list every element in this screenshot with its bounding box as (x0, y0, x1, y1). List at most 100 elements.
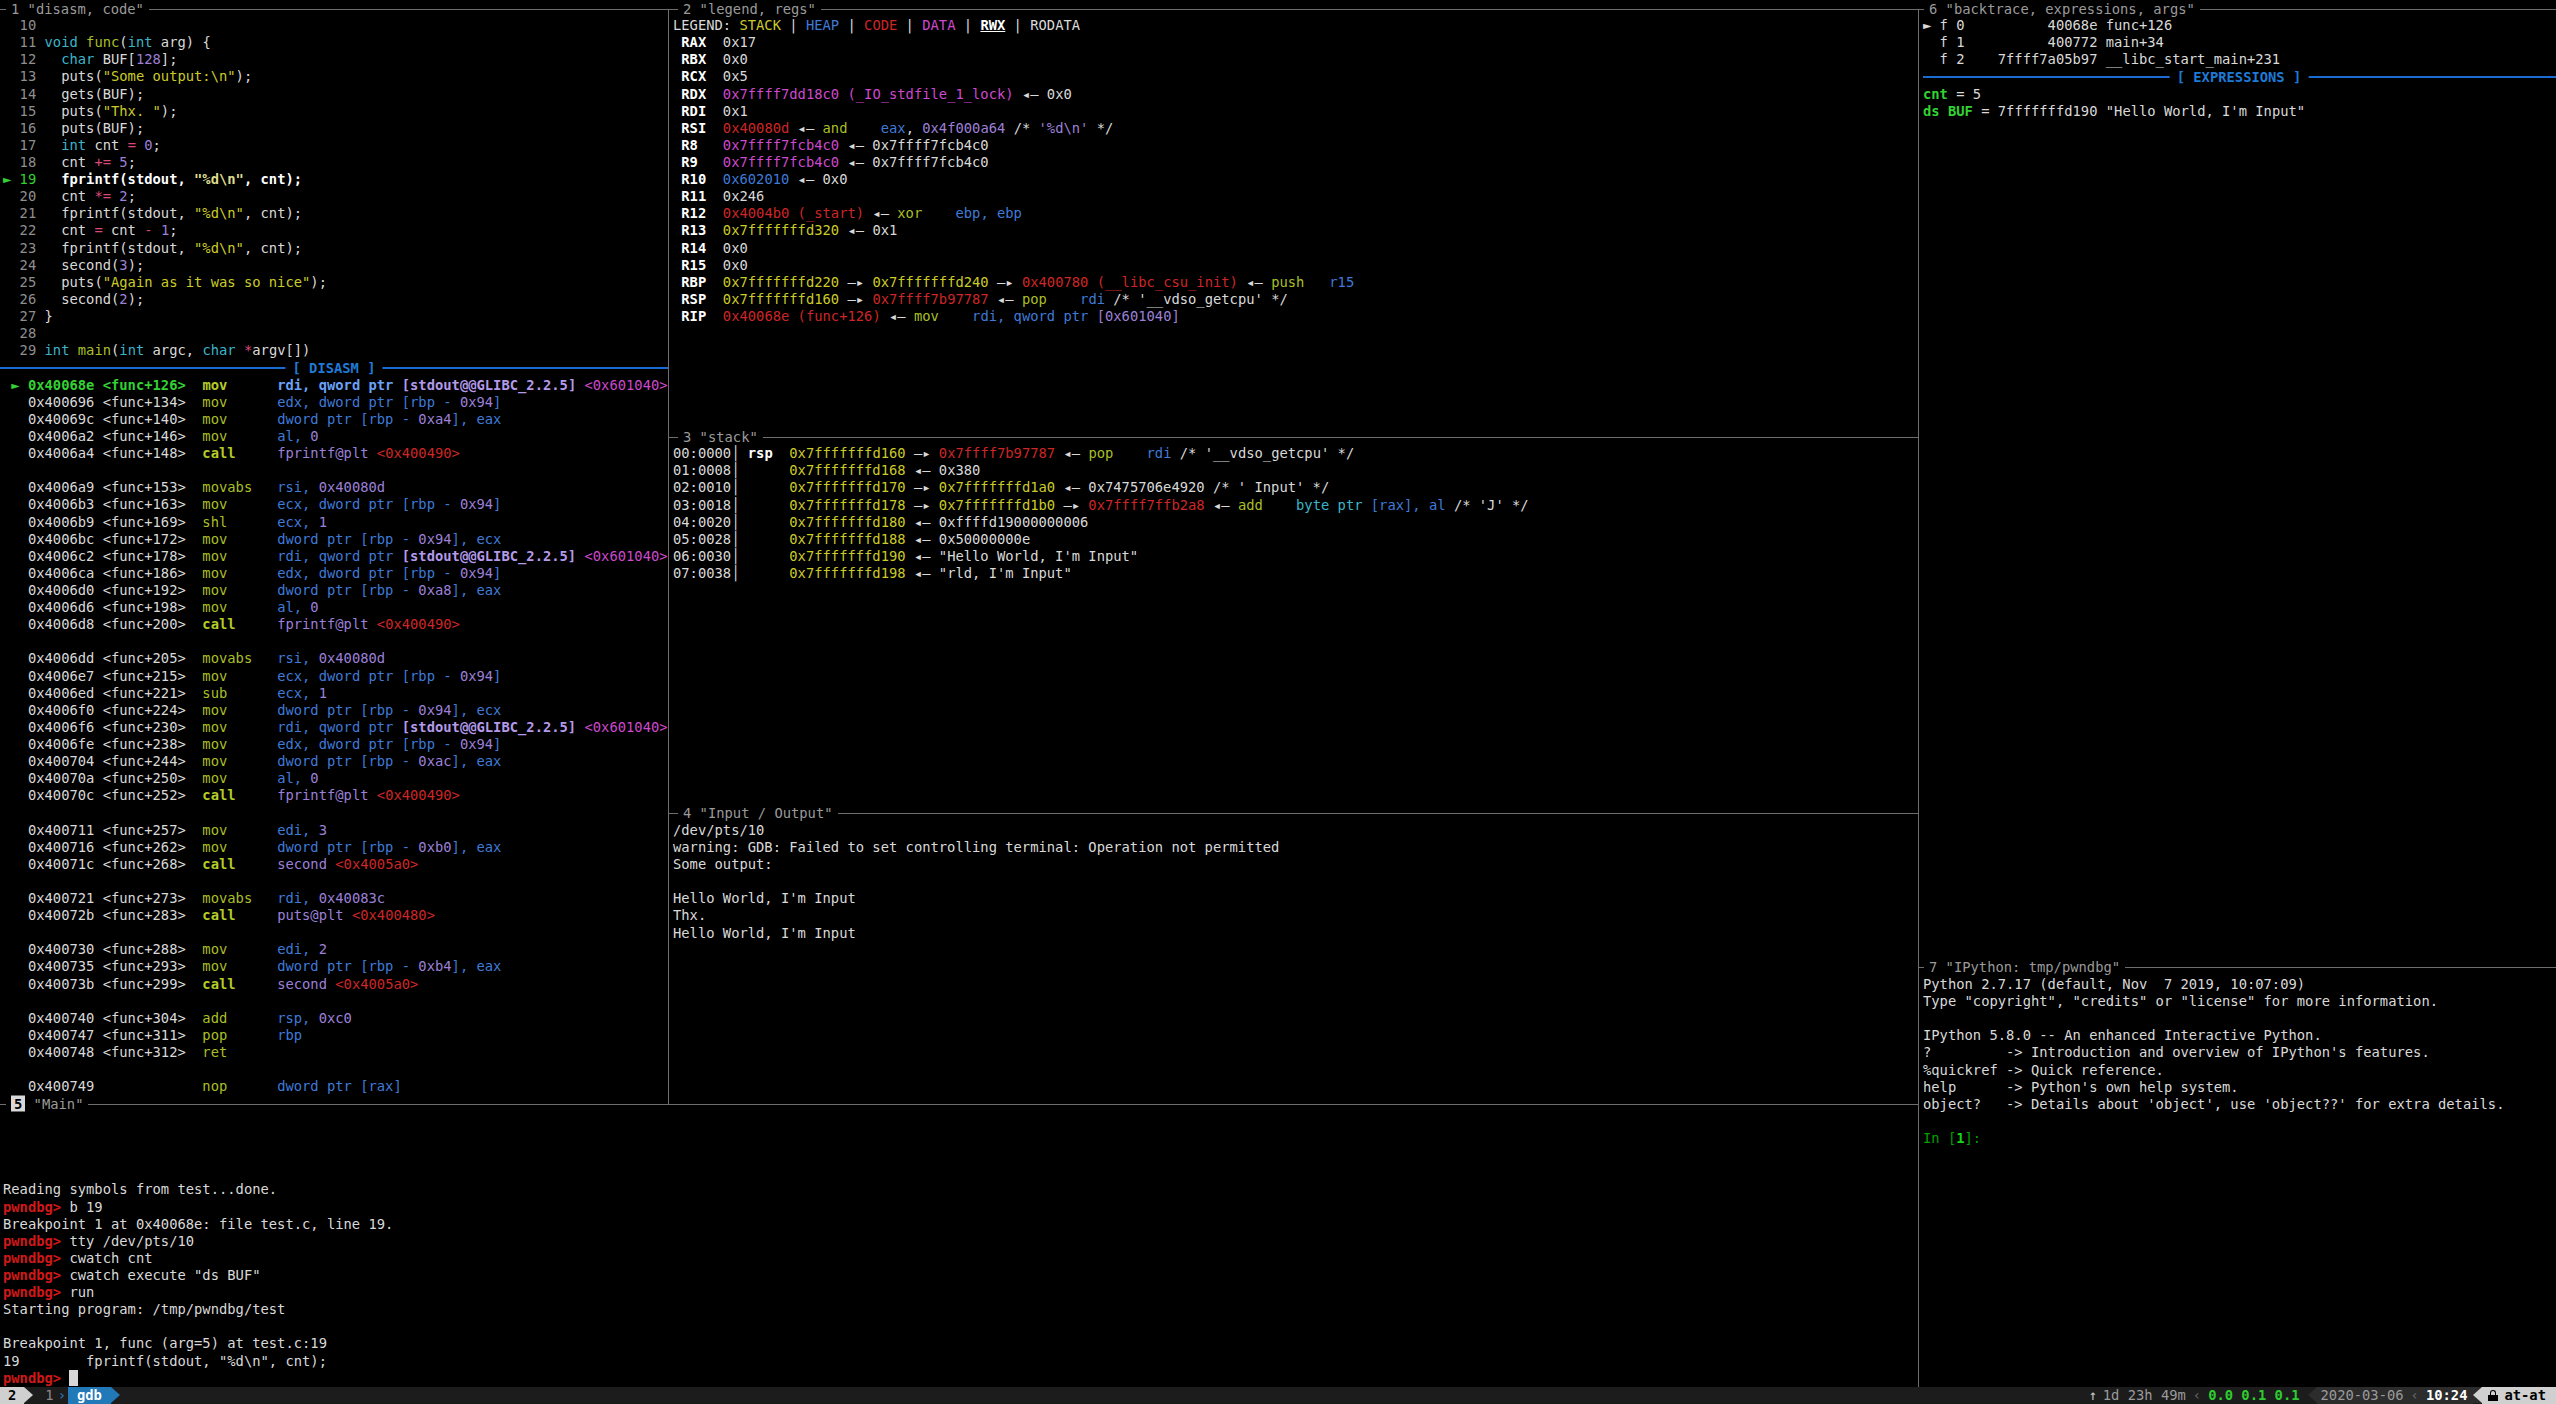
text-span: RCX (673, 68, 706, 84)
text-span (227, 411, 277, 427)
text-span: 0x40080d (319, 650, 385, 666)
text-span: 0xc0 (319, 1010, 352, 1026)
pane-border-line (668, 813, 1918, 814)
text-span: ◂— 0x380 (906, 462, 981, 478)
terminal-line: R13 0x7fffffffd320 ◂— 0x1 (673, 222, 1354, 239)
pane-input-output[interactable]: /dev/pts/10warning: GDB: Failed to set c… (673, 822, 1279, 942)
text-span: 29 (3, 342, 36, 358)
text-span: 15 (3, 103, 36, 119)
terminal-line: pwndbg> tty /dev/pts/10 (3, 1233, 393, 1250)
text-span: arg) { (153, 34, 211, 50)
pane-title-text: "stack" (691, 428, 757, 444)
terminal-line: 04:0020│ 0x7fffffffd180 ◂— 0xffffd190000… (673, 514, 1529, 531)
text-span: rdi, qword ptr (972, 308, 1097, 324)
terminal-line: Python 2.7.17 (default, Nov 7 2019, 10:0… (1923, 976, 2504, 993)
text-span: mov (914, 308, 939, 324)
text-span: 0x7fffffffd190 (789, 548, 905, 564)
text-span (227, 1044, 277, 1060)
terminal-line: f 1 400772 main+34 (1923, 34, 2305, 51)
text-span (227, 958, 277, 974)
pane-stack[interactable]: 00:0000│ rsp 0x7fffffffd160 —▸ 0x7ffff7b… (673, 445, 1529, 582)
text-span: —▸ (906, 445, 939, 461)
separator-icon: ‹ (2186, 1387, 2208, 1404)
session-badge[interactable]: 2 (0, 1387, 24, 1404)
text-span: 22 (3, 222, 36, 238)
terminal-line: 24 second(3); (3, 257, 327, 274)
pane-registers[interactable]: LEGEND: STACK | HEAP | CODE | DATA | RWX… (673, 17, 1354, 325)
text-span: 04:0020│ (673, 514, 789, 530)
text-span (773, 445, 790, 461)
text-span: rdi, (277, 890, 319, 906)
text-span: RAX (673, 34, 706, 50)
text-span: ◂— 0x0 (1014, 86, 1072, 102)
text-span: | (897, 17, 922, 33)
text-span (227, 599, 277, 615)
text-span (227, 428, 277, 444)
text-span (576, 377, 584, 393)
text-span (227, 514, 277, 530)
text-span: <0x400490> (377, 445, 460, 461)
pane-ipython[interactable]: Python 2.7.17 (default, Nov 7 2019, 10:0… (1923, 976, 2504, 1147)
text-span (227, 531, 277, 547)
text-span (227, 565, 277, 581)
text-span: 0x40070c <func+252> (3, 787, 202, 803)
window-tab-gdb[interactable]: gdb (68, 1387, 111, 1404)
terminal-line: RBP 0x7fffffffd220 —▸ 0x7fffffffd240 —▸ … (673, 274, 1354, 291)
terminal-line: 0x4006ed <func+221> sub ecx, 1 (3, 685, 668, 702)
text-span: puts@plt (277, 907, 343, 923)
pane-main-gdb[interactable]: Reading symbols from test...done.pwndbg>… (3, 1181, 393, 1386)
text-span: /* 'J' */ (1446, 497, 1529, 513)
text-span: rbp (277, 1027, 302, 1043)
text-span: 25 (3, 274, 36, 290)
text-span: ecx, dword ptr [rbp - (277, 496, 460, 512)
pane-title-1: 1 "disasm, code" (6, 0, 149, 17)
terminal-line: 0x400696 <func+134> mov edx, dword ptr [… (3, 394, 668, 411)
text-span: 0 (144, 137, 152, 153)
text-span: 0x4006ca <func+186> (3, 565, 202, 581)
terminal-line (3, 993, 668, 1010)
text-span: rdi, qword ptr (277, 548, 402, 564)
terminal-line (3, 462, 668, 479)
text-span: 0x94 (460, 565, 493, 581)
text-span: | (955, 17, 980, 33)
text-span: edx, dword ptr [rbp - (277, 565, 460, 581)
expressions-section-label: [ EXPRESSIONS ] (2170, 69, 2309, 86)
text-span: mov (202, 941, 227, 957)
text-span (227, 736, 277, 752)
text-span: 0x4006d6 <func+198> (3, 599, 202, 615)
terminal-line: 0x4006fe <func+238> mov edx, dword ptr [… (3, 736, 668, 753)
terminal-line: 20 cnt *= 2; (3, 188, 327, 205)
text-span: R8 (673, 137, 698, 153)
text-span: ◂— (789, 120, 822, 136)
text-span: 0x94 (418, 702, 451, 718)
text-span: 0x7ffff7b97787 (872, 291, 988, 307)
terminal-line: 00:0000│ rsp 0x7fffffffd160 —▸ 0x7ffff7b… (673, 445, 1529, 462)
pane-title-text: "legend, regs" (691, 0, 816, 16)
text-span: b 19 (69, 1199, 102, 1215)
terminal-line: 26 second(2); (3, 291, 327, 308)
terminal-line: 12 char BUF[128]; (3, 51, 327, 68)
text-span: 0x400748 <func+312> (3, 1044, 202, 1060)
text-span: ); (310, 274, 327, 290)
text-span: RSI (673, 120, 706, 136)
text-span (252, 890, 277, 906)
text-span (1263, 497, 1296, 513)
text-span: ], eax (452, 411, 502, 427)
window-index[interactable]: 1 (33, 1387, 57, 1404)
text-span (227, 1027, 277, 1043)
text-span: —▸ (839, 274, 872, 290)
pane-source-code[interactable]: 10 11 void func(int arg) { 12 char BUF[1… (3, 17, 327, 359)
terminal-line (3, 633, 668, 650)
pane-disassembly[interactable]: ► 0x40068e <func+126> mov rdi, qword ptr… (3, 377, 668, 1096)
text-span: ◂— (864, 205, 897, 221)
pane-border-line (668, 437, 1918, 438)
text-span: 0x1 (706, 103, 748, 119)
pane-title-4: 4 "Input / Output" (678, 805, 838, 822)
text-span: RSP (673, 291, 706, 307)
text-span: pop (1022, 291, 1047, 307)
text-span: 0x40068e (func+126) (723, 308, 881, 324)
text-span: 3 (119, 257, 127, 273)
terminal-line: ► f 0 40068e func+126 (1923, 17, 2305, 34)
terminal-line: 0x4006f6 <func+230> mov rdi, qword ptr [… (3, 719, 668, 736)
pane-title-text: "disasm, code" (19, 0, 144, 16)
